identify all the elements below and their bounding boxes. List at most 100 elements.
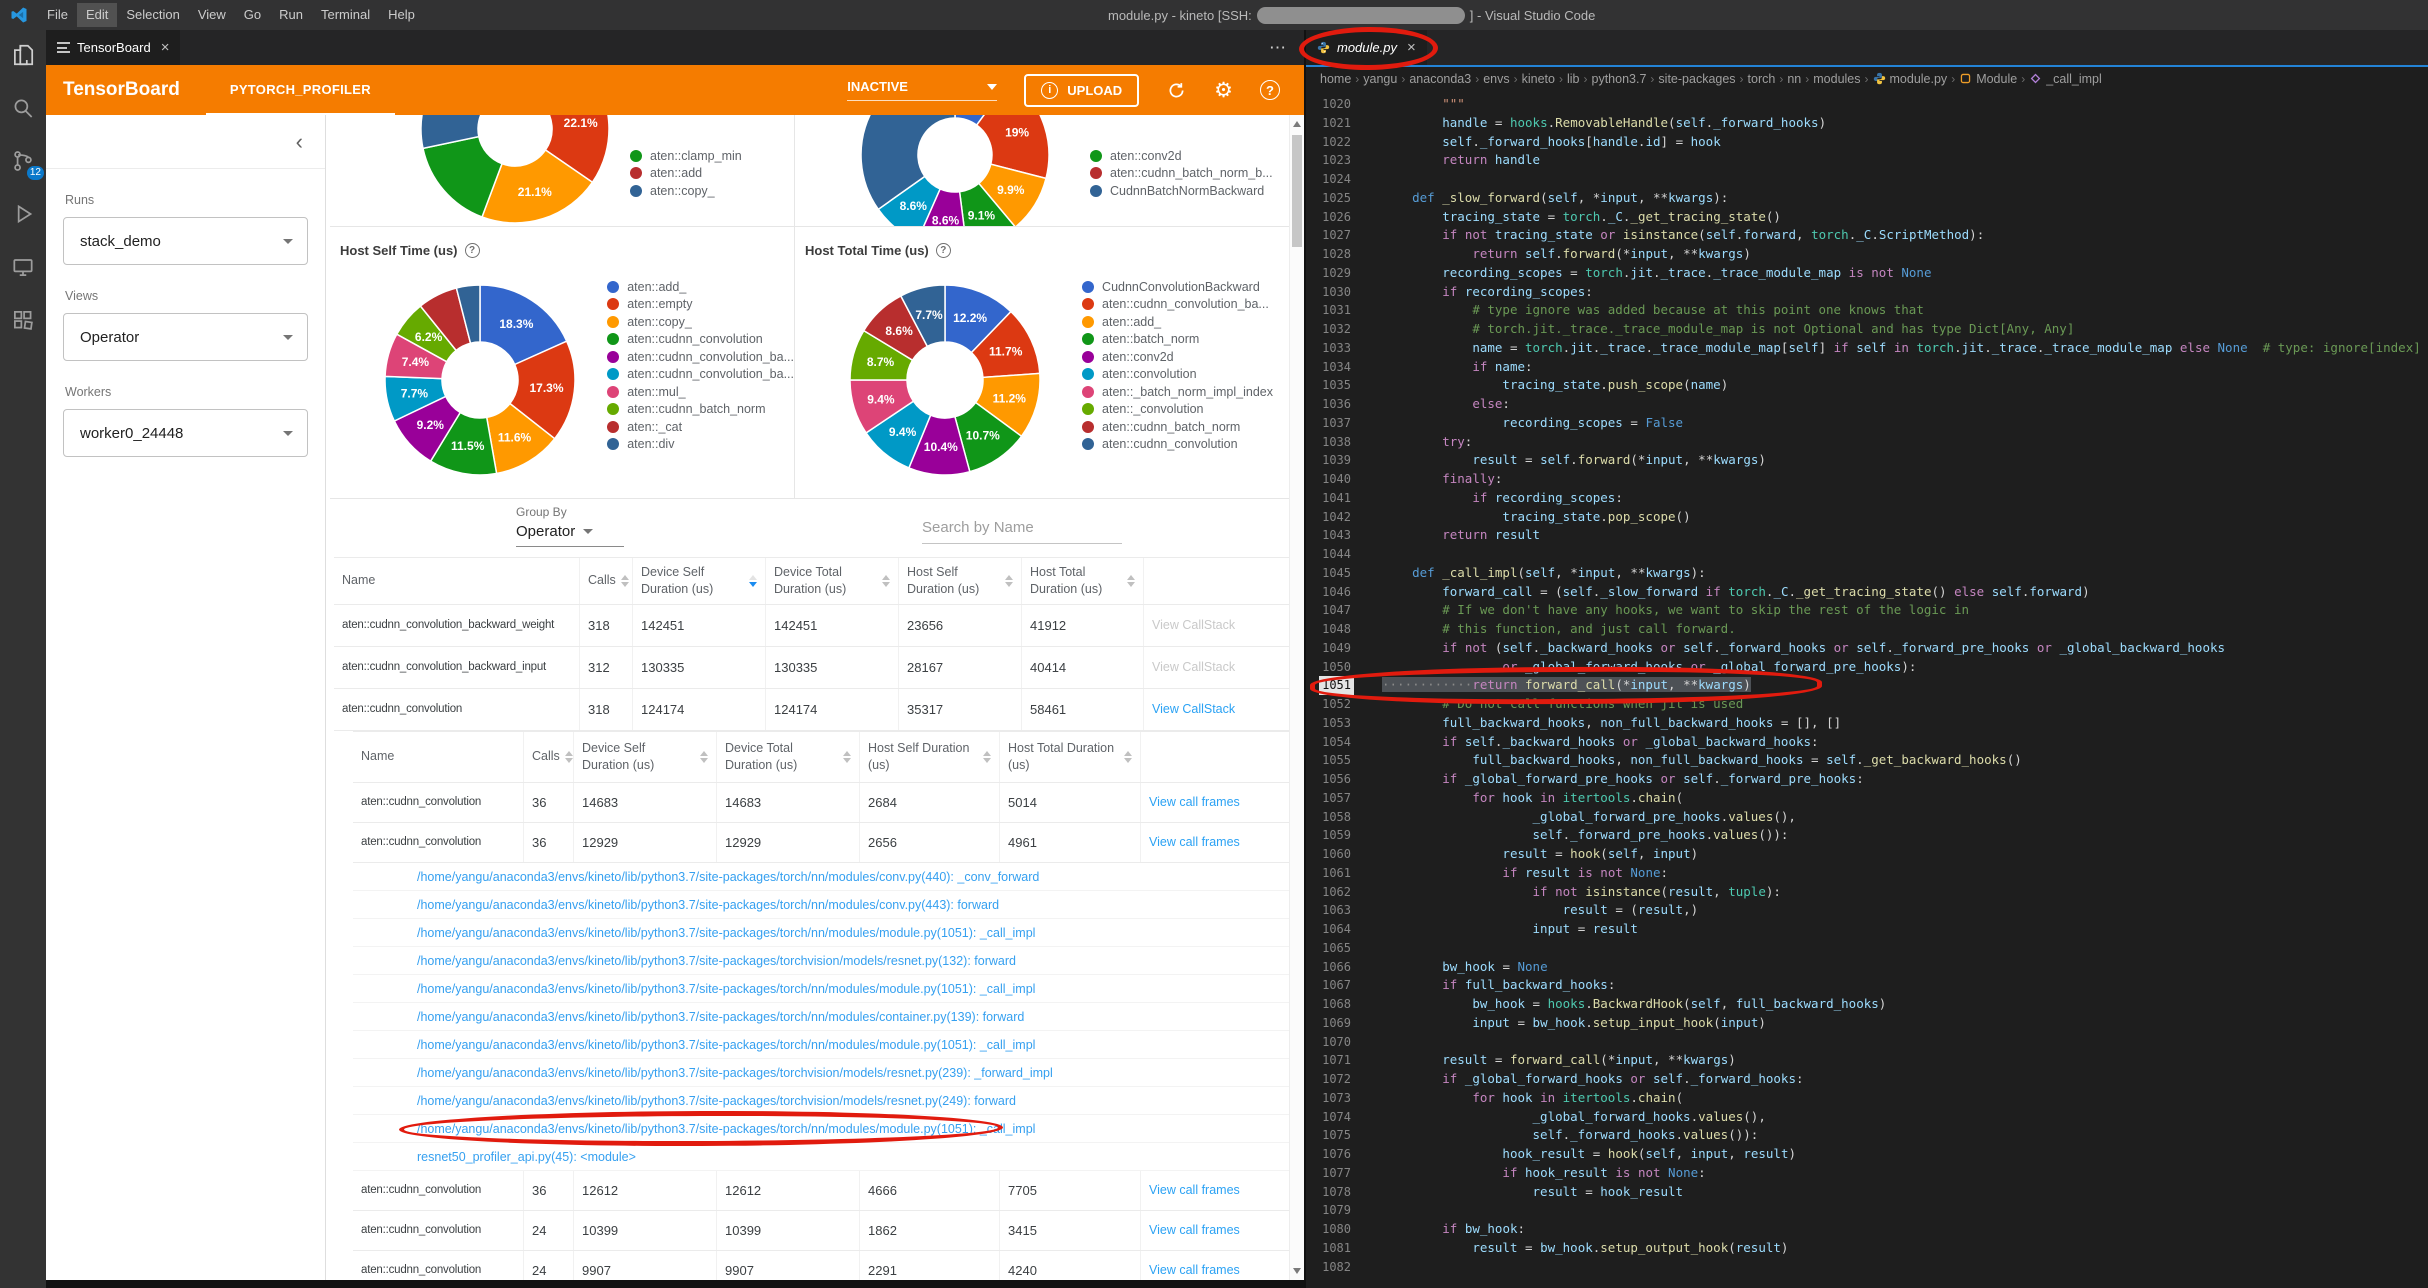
- run-status-dropdown[interactable]: INACTIVE: [847, 79, 998, 101]
- sort-icon[interactable]: [1124, 750, 1132, 763]
- breadcrumb-item--call-impl[interactable]: _call_impl: [2029, 72, 2102, 86]
- call-frame-link[interactable]: /home/yangu/anaconda3/envs/kineto/lib/py…: [353, 862, 1289, 891]
- help-icon[interactable]: ?: [1260, 80, 1280, 100]
- legend-item[interactable]: aten::cudnn_convolution: [1082, 436, 1273, 454]
- legend-item[interactable]: aten::_convolution: [1082, 401, 1273, 419]
- column-header-Device Self Duration (us)[interactable]: Device Self Duration (us): [573, 731, 716, 782]
- extensions-icon[interactable]: [10, 307, 36, 333]
- breadcrumb-item-home[interactable]: home: [1320, 72, 1351, 86]
- tab-pytorch-profiler[interactable]: PYTORCH_PROFILER: [205, 65, 395, 115]
- scrollbar[interactable]: [1289, 115, 1304, 1280]
- column-header-Host Total Duration (us)[interactable]: Host Total Duration (us): [999, 731, 1140, 782]
- remote-explorer-icon[interactable]: [10, 254, 36, 280]
- breadcrumb-item-kineto[interactable]: kineto: [1522, 72, 1555, 86]
- view-call-frames-link[interactable]: View call frames: [1149, 1223, 1240, 1237]
- help-icon[interactable]: ?: [935, 243, 951, 258]
- sort-icon[interactable]: [1005, 574, 1013, 587]
- views-select[interactable]: Operator: [63, 313, 308, 361]
- search-icon[interactable]: [10, 95, 36, 121]
- breadcrumb-item-module[interactable]: Module: [1959, 72, 2017, 86]
- scrollbar-thumb[interactable]: [1292, 135, 1302, 247]
- legend-item[interactable]: aten::mul_: [607, 383, 794, 401]
- menu-item-file[interactable]: File: [38, 3, 77, 27]
- sort-icon[interactable]: [749, 574, 757, 587]
- call-frame-link[interactable]: /home/yangu/anaconda3/envs/kineto/lib/py…: [353, 1109, 1289, 1147]
- search-input[interactable]: [922, 519, 1122, 544]
- tab-module-py[interactable]: module.py ×: [1298, 26, 1438, 71]
- column-header-Device Self Duration (us)[interactable]: Device Self Duration (us): [632, 558, 765, 604]
- call-frame-link[interactable]: /home/yangu/anaconda3/envs/kineto/lib/py…: [353, 974, 1289, 1003]
- source-control-icon[interactable]: 12: [10, 148, 44, 180]
- sort-icon[interactable]: [843, 750, 851, 763]
- legend-item[interactable]: aten::empty: [607, 296, 794, 314]
- legend-item[interactable]: aten::cudnn_convolution_ba...: [1082, 296, 1273, 314]
- help-icon[interactable]: ?: [464, 243, 480, 258]
- legend-item[interactable]: aten::add_: [607, 278, 794, 296]
- tab-tensorboard[interactable]: TensorBoard ×: [46, 30, 181, 65]
- breadcrumb-item-nn[interactable]: nn: [1787, 72, 1801, 86]
- sidebar-collapse-chevron-icon[interactable]: ‹: [46, 115, 325, 169]
- view-callstack-link[interactable]: View CallStack: [1152, 702, 1235, 716]
- legend-item[interactable]: CudnnConvolutionBackward: [1082, 278, 1273, 296]
- group-by-select[interactable]: Operator: [516, 523, 624, 547]
- menu-item-terminal[interactable]: Terminal: [312, 3, 379, 27]
- view-call-frames-link[interactable]: View call frames: [1149, 1183, 1240, 1197]
- legend-item[interactable]: aten::cudnn_batch_norm: [1082, 418, 1273, 436]
- call-frame-link[interactable]: /home/yangu/anaconda3/envs/kineto/lib/py…: [353, 1002, 1289, 1031]
- view-call-frames-link[interactable]: View call frames: [1149, 1263, 1240, 1277]
- call-frame-link[interactable]: /home/yangu/anaconda3/envs/kineto/lib/py…: [353, 1030, 1289, 1059]
- column-header-Device Total Duration (us)[interactable]: Device Total Duration (us): [765, 558, 898, 604]
- column-header-Host Self Duration (us)[interactable]: Host Self Duration (us): [859, 731, 999, 782]
- legend-item[interactable]: aten::_cat: [607, 418, 794, 436]
- sort-icon[interactable]: [700, 750, 708, 763]
- legend-item[interactable]: aten::div: [607, 436, 794, 454]
- legend-item[interactable]: CudnnBatchNormBackward: [1090, 182, 1273, 200]
- call-frame-link[interactable]: /home/yangu/anaconda3/envs/kineto/lib/py…: [353, 946, 1289, 975]
- gear-icon[interactable]: ⚙: [1214, 80, 1233, 101]
- call-frame-link[interactable]: /home/yangu/anaconda3/envs/kineto/lib/py…: [353, 890, 1289, 919]
- legend-item[interactable]: aten::cudnn_batch_norm_b...: [1090, 165, 1273, 183]
- breadcrumb-item-module-py[interactable]: module.py: [1873, 72, 1947, 86]
- breadcrumb-item-anaconda3[interactable]: anaconda3: [1409, 72, 1471, 86]
- column-header-Name[interactable]: Name: [334, 558, 579, 604]
- breadcrumb-item-torch[interactable]: torch: [1748, 72, 1776, 86]
- menu-item-view[interactable]: View: [189, 3, 235, 27]
- sort-icon[interactable]: [564, 750, 573, 763]
- sort-icon[interactable]: [620, 574, 629, 587]
- menu-item-edit[interactable]: Edit: [76, 3, 118, 27]
- legend-item[interactable]: aten::add_: [1082, 313, 1273, 331]
- column-header-Name[interactable]: Name: [353, 732, 523, 782]
- view-call-frames-link[interactable]: View call frames: [1149, 835, 1240, 849]
- view-call-frames-link[interactable]: View call frames: [1149, 795, 1240, 809]
- legend-item[interactable]: aten::cudnn_convolution_ba...: [607, 348, 794, 366]
- code-editor[interactable]: 1020 """ 1021 handle = hooks.RemovableHan…: [1306, 90, 2428, 1288]
- column-header-Host Total Duration (us)[interactable]: Host Total Duration (us): [1021, 558, 1143, 604]
- explorer-icon[interactable]: [10, 42, 36, 68]
- column-header-Calls[interactable]: Calls: [579, 558, 632, 604]
- sort-icon[interactable]: [983, 750, 991, 763]
- sort-icon[interactable]: [882, 574, 890, 587]
- breadcrumb-item-yangu[interactable]: yangu: [1363, 72, 1397, 86]
- menu-item-selection[interactable]: Selection: [117, 3, 188, 27]
- call-frame-link[interactable]: resnet50_profiler_api.py(45): <module>: [353, 1142, 1289, 1171]
- legend-item[interactable]: aten::conv2d: [1090, 147, 1273, 165]
- close-icon[interactable]: ×: [1407, 39, 1416, 56]
- column-header-Host Self Duration (us)[interactable]: Host Self Duration (us): [898, 558, 1021, 604]
- run-debug-icon[interactable]: [10, 201, 36, 227]
- legend-item[interactable]: aten::cudnn_convolution: [607, 331, 794, 349]
- legend-item[interactable]: aten::cudnn_batch_norm: [607, 401, 794, 419]
- call-frame-link[interactable]: /home/yangu/anaconda3/envs/kineto/lib/py…: [353, 1058, 1289, 1087]
- scroll-up-icon[interactable]: [1293, 121, 1301, 127]
- refresh-icon[interactable]: [1166, 80, 1187, 101]
- runs-select[interactable]: stack_demo: [63, 217, 308, 265]
- menu-item-run[interactable]: Run: [270, 3, 312, 27]
- close-icon[interactable]: ×: [161, 39, 170, 56]
- legend-item[interactable]: aten::cudnn_convolution_ba...: [607, 366, 794, 384]
- sort-icon[interactable]: [1127, 574, 1135, 587]
- legend-item[interactable]: aten::copy_: [630, 182, 742, 200]
- column-header-Device Total Duration (us)[interactable]: Device Total Duration (us): [716, 731, 859, 782]
- column-header-Calls[interactable]: Calls: [523, 731, 573, 782]
- scroll-down-icon[interactable]: [1293, 1268, 1301, 1274]
- legend-item[interactable]: aten::_batch_norm_impl_index: [1082, 383, 1273, 401]
- menu-item-go[interactable]: Go: [235, 3, 270, 27]
